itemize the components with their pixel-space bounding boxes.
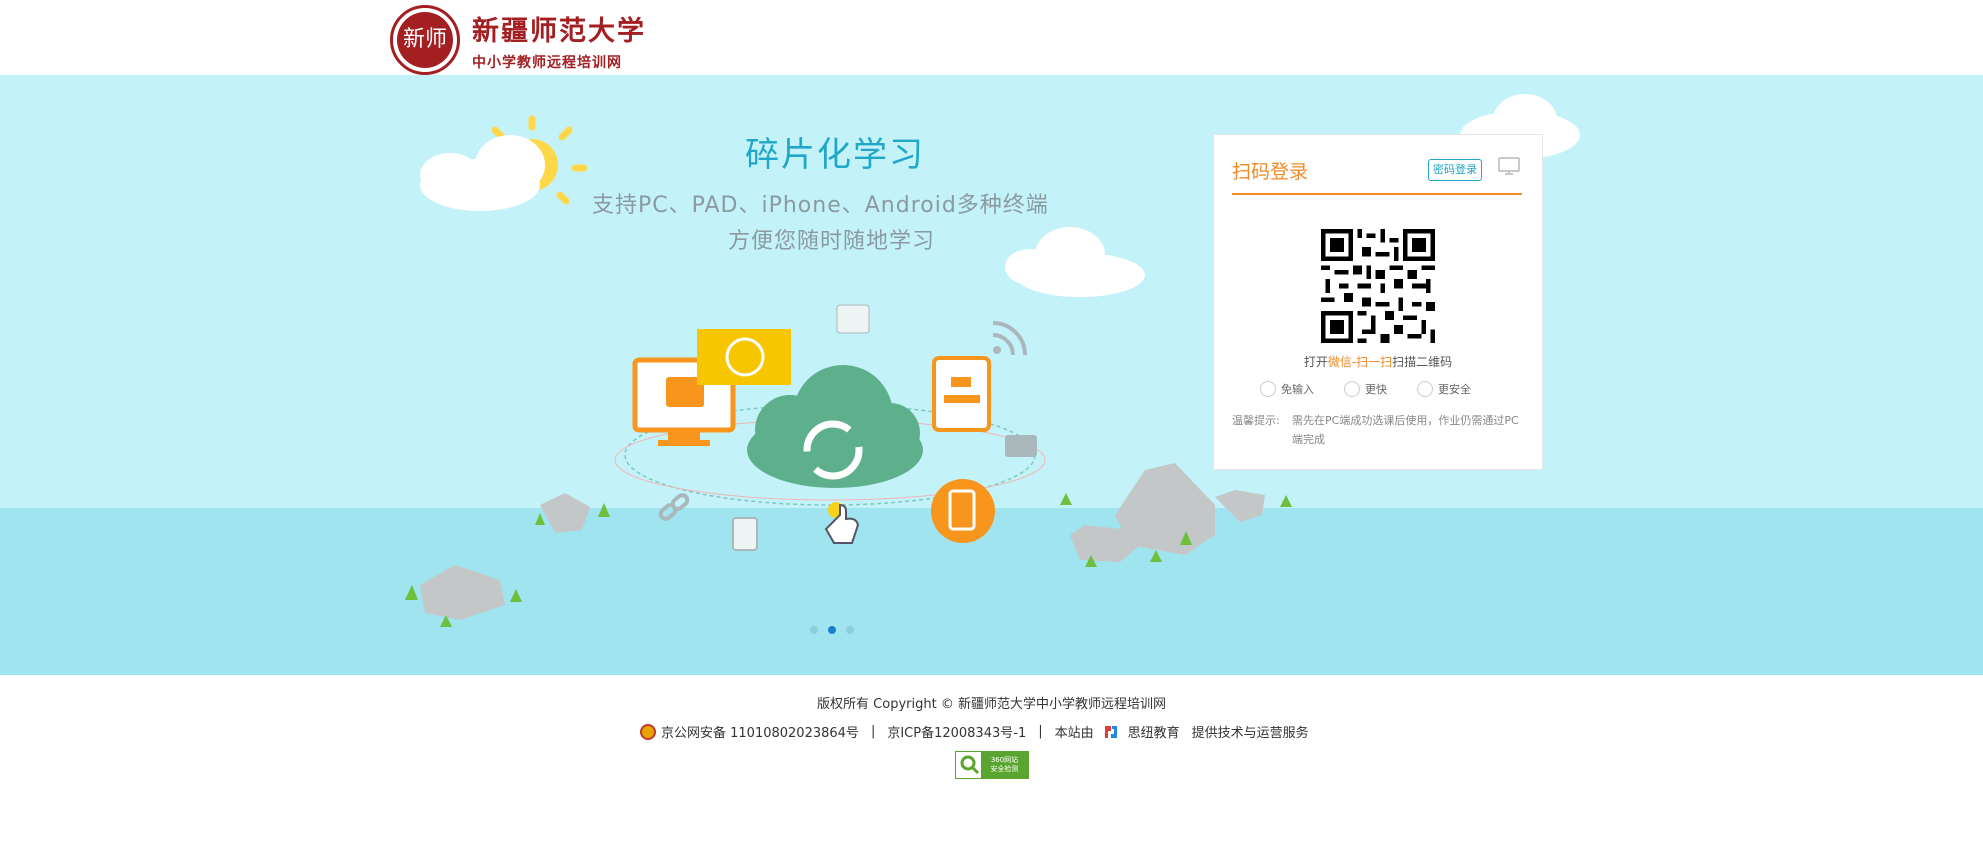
pc-switch-icon[interactable] — [1497, 157, 1521, 175]
site-footer: 版权所有 Copyright © 新疆师范大学中小学教师远程培训网 京公网安备 … — [0, 675, 1983, 862]
chat-icon — [1005, 435, 1037, 457]
logo-title: 新疆师范大学 — [472, 15, 646, 47]
login-features: 免输入 更快 更安全 — [1260, 381, 1471, 397]
police-record-link[interactable]: 京公网安备 11010802023864号 — [661, 722, 859, 741]
logo-subtitle: 中小学教师远程培训网 — [472, 54, 622, 71]
scan-highlight: 微信-扫一扫 — [1327, 355, 1393, 369]
separator: | — [870, 724, 876, 739]
slide-subtitle-line2: 方便您随时随地学习 — [728, 229, 936, 254]
slide-subtitle-line1: 支持PC、PAD、iPhone、Android多种终端 — [592, 193, 1049, 218]
radar-card-icon — [697, 329, 791, 385]
login-qr-code — [1321, 229, 1435, 343]
carousel-indicators — [810, 626, 854, 634]
login-tip: 温馨提示: 需先在PC端成功选课后使用，作业仍需通过PC端完成 — [1232, 411, 1522, 449]
slide-title: 碎片化学习 — [745, 135, 925, 175]
site-header: 新师 新疆师范大学 中小学教师远程培训网 — [0, 0, 1983, 75]
record-line: 京公网安备 11010802023864号 | 京ICP备12008343号-1… — [640, 722, 1309, 741]
separator: | — [1038, 724, 1043, 739]
phone-upload-icon — [931, 479, 995, 543]
rss-icon — [993, 346, 1001, 354]
university-seal-icon: 新师 — [390, 5, 460, 75]
copyright-text: 版权所有 Copyright © 新疆师范大学中小学教师远程培训网 — [817, 697, 1166, 712]
cloud-icon — [420, 135, 545, 211]
carousel-dot[interactable] — [810, 626, 818, 634]
feature-faster: 更快 — [1344, 381, 1387, 397]
link-icon — [658, 493, 690, 521]
shield-icon — [1417, 381, 1433, 397]
hero-banner: 碎片化学习 支持PC、PAD、iPhone、Android多种终端 方便您随时随… — [0, 75, 1983, 675]
provider-service: 提供技术与运营服务 — [1191, 726, 1309, 741]
feature-safer: 更安全 — [1417, 381, 1471, 397]
scan-suffix: 扫描二维码 — [1392, 355, 1453, 369]
magnifier-icon — [960, 755, 980, 775]
site-by-text: 本站由 — [1054, 726, 1094, 741]
cart-icon — [836, 304, 870, 334]
cloud-icon — [1005, 227, 1145, 297]
carousel-dot[interactable] — [846, 626, 854, 634]
provider-logo-icon — [1104, 725, 1117, 738]
banner-illustration — [405, 94, 1580, 627]
police-badge-icon — [640, 723, 656, 740]
badge-line2: 安全检测 — [990, 765, 1019, 773]
pen-icon — [1260, 381, 1276, 397]
carousel-dot-active[interactable] — [828, 626, 836, 634]
feature-no-input: 免输入 — [1260, 381, 1314, 397]
login-panel: 扫码登录 密码登录 打开微信-扫一扫扫描二维码 免输入 更快 更安全 温馨提示:… — [1213, 134, 1543, 470]
badge-line1: 360网站 — [990, 756, 1019, 764]
lightning-icon — [1344, 381, 1360, 397]
provider-name[interactable]: 思纽教育 — [1128, 722, 1180, 741]
tip-label: 温馨提示: — [1232, 414, 1280, 427]
clipboard-icon — [732, 517, 758, 551]
password-login-button[interactable]: 密码登录 — [1428, 159, 1482, 181]
site-logo[interactable]: 新师 新疆师范大学 中小学教师远程培训网 — [390, 5, 646, 75]
scan-prefix: 打开 — [1303, 355, 1328, 369]
icp-record-link[interactable]: 京ICP备12008343号-1 — [887, 722, 1026, 741]
seal-text: 新师 — [397, 12, 453, 68]
login-header: 扫码登录 密码登录 — [1232, 153, 1522, 195]
security-badge[interactable]: 360网站 安全检测 — [955, 751, 1029, 779]
tip-text: 需先在PC端成功选课后使用，作业仍需通过PC端完成 — [1292, 414, 1519, 446]
tablet-sitemap-icon — [932, 356, 991, 432]
scan-instruction: 打开微信-扫一扫扫描二维码 — [1214, 353, 1542, 370]
login-title: 扫码登录 — [1232, 161, 1309, 183]
